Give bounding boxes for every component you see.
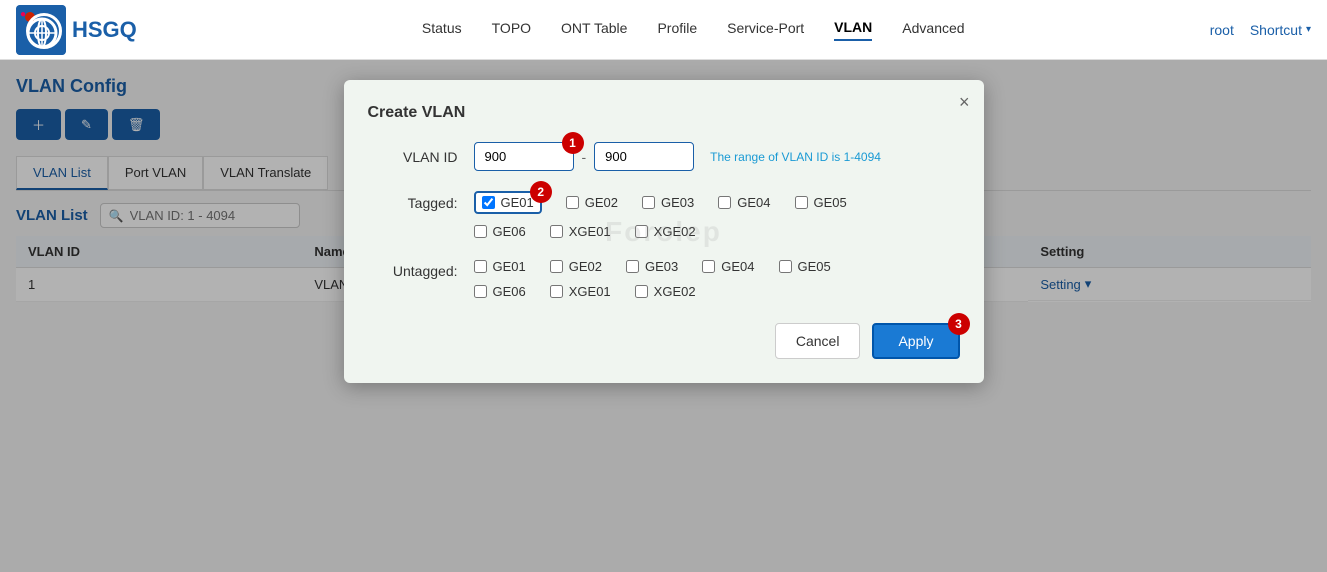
tagged-ge05-checkbox[interactable] <box>795 196 808 209</box>
nav-user: root <box>1210 22 1234 38</box>
untagged-xge01-label: XGE01 <box>569 284 611 299</box>
tagged-ge04-item[interactable]: GE04 <box>718 195 770 210</box>
tagged-ge03-checkbox[interactable] <box>642 196 655 209</box>
modal-title: Create VLAN <box>368 104 960 122</box>
tagged-ge02-label: GE02 <box>585 195 618 210</box>
modal-footer: Cancel Apply 3 <box>368 323 960 359</box>
chevron-down-icon: ▾ <box>1306 24 1311 35</box>
tagged-xge02-label: XGE02 <box>654 224 696 239</box>
untagged-xge02-checkbox[interactable] <box>635 285 648 298</box>
step-badge-3: 3 <box>948 313 970 335</box>
tagged-xge02-item[interactable]: XGE02 <box>635 224 696 239</box>
tagged-row-1: GE01 2 GE02 GE03 <box>474 191 847 214</box>
untagged-xge01-item[interactable]: XGE01 <box>550 284 611 299</box>
nav-topo[interactable]: TOPO <box>492 20 531 40</box>
logo-icon <box>16 5 66 55</box>
untagged-ge05-label: GE05 <box>798 259 831 274</box>
untagged-ge04-checkbox[interactable] <box>702 260 715 273</box>
untagged-ge01-item[interactable]: GE01 <box>474 259 526 274</box>
step-badge-1: 1 <box>562 132 584 154</box>
vlan-id-hint: The range of VLAN ID is 1-4094 <box>710 150 881 164</box>
tagged-xge01-checkbox[interactable] <box>550 225 563 238</box>
vlan-id-inputs: 1 - The range of VLAN ID is 1-4094 <box>474 142 881 171</box>
tagged-ge04-checkbox[interactable] <box>718 196 731 209</box>
untagged-ge02-label: GE02 <box>569 259 602 274</box>
nav: Status TOPO ONT Table Profile Service-Po… <box>177 19 1210 41</box>
tagged-ge05-item[interactable]: GE05 <box>795 195 847 210</box>
untagged-ge03-item[interactable]: GE03 <box>626 259 678 274</box>
untagged-label: Untagged: <box>368 263 458 279</box>
tagged-ge01-checkbox[interactable] <box>482 196 495 209</box>
apply-wrapper: Apply 3 <box>872 323 959 359</box>
tagged-row-2: GE06 XGE01 XGE02 <box>474 224 847 239</box>
untagged-ge03-label: GE03 <box>645 259 678 274</box>
untagged-ge01-label: GE01 <box>493 259 526 274</box>
untagged-ge01-checkbox[interactable] <box>474 260 487 273</box>
untagged-checkbox-group: GE01 GE02 GE03 GE04 <box>474 259 831 299</box>
untagged-ge03-checkbox[interactable] <box>626 260 639 273</box>
tagged-xge01-label: XGE01 <box>569 224 611 239</box>
tagged-ge06-item[interactable]: GE06 <box>474 224 526 239</box>
apply-button[interactable]: Apply <box>872 323 959 359</box>
nav-shortcut[interactable]: Shortcut ▾ <box>1250 22 1311 38</box>
untagged-row-1: GE01 GE02 GE03 GE04 <box>474 259 831 274</box>
untagged-row: Untagged: GE01 GE02 GE03 <box>368 259 960 299</box>
shortcut-label: Shortcut <box>1250 22 1302 38</box>
untagged-row-2: GE06 XGE01 XGE02 <box>474 284 831 299</box>
untagged-ge04-label: GE04 <box>721 259 754 274</box>
step-badge-2: 2 <box>530 181 552 203</box>
untagged-ge05-checkbox[interactable] <box>779 260 792 273</box>
tagged-ge01-wrapper: GE01 2 <box>474 191 542 214</box>
nav-service-port[interactable]: Service-Port <box>727 20 804 40</box>
tagged-ge04-label: GE04 <box>737 195 770 210</box>
vlan-id-from-input[interactable] <box>474 142 574 171</box>
tagged-ge02-item[interactable]: GE02 <box>566 195 618 210</box>
vlan-id-row: VLAN ID 1 - The range of VLAN ID is 1-40… <box>368 142 960 171</box>
tagged-xge02-checkbox[interactable] <box>635 225 648 238</box>
create-vlan-modal: Create VLAN × VLAN ID 1 - The range of V… <box>344 80 984 383</box>
logo-text: HSGQ <box>72 17 137 43</box>
untagged-ge02-item[interactable]: GE02 <box>550 259 602 274</box>
tagged-row: Tagged: GE01 2 GE02 <box>368 191 960 239</box>
page-content: VLAN Config ＋ ✎ 🗑 VLAN List Port VLAN VL… <box>0 60 1327 572</box>
untagged-xge01-checkbox[interactable] <box>550 285 563 298</box>
tagged-ge06-label: GE06 <box>493 224 526 239</box>
logo: HSGQ <box>16 5 137 55</box>
tagged-ge05-label: GE05 <box>814 195 847 210</box>
nav-vlan[interactable]: VLAN <box>834 19 872 41</box>
tagged-checkbox-group: GE01 2 GE02 GE03 <box>474 191 847 239</box>
cancel-button[interactable]: Cancel <box>775 323 861 359</box>
untagged-ge06-label: GE06 <box>493 284 526 299</box>
nav-status[interactable]: Status <box>422 20 462 40</box>
untagged-ge02-checkbox[interactable] <box>550 260 563 273</box>
modal-overlay: Create VLAN × VLAN ID 1 - The range of V… <box>0 60 1327 572</box>
untagged-ge04-item[interactable]: GE04 <box>702 259 754 274</box>
nav-ont-table[interactable]: ONT Table <box>561 20 627 40</box>
tagged-label: Tagged: <box>368 195 458 211</box>
untagged-ge06-checkbox[interactable] <box>474 285 487 298</box>
modal-close-button[interactable]: × <box>959 92 970 113</box>
tagged-ge03-item[interactable]: GE03 <box>642 195 694 210</box>
nav-advanced[interactable]: Advanced <box>902 20 964 40</box>
untagged-xge02-label: XGE02 <box>654 284 696 299</box>
vlan-id-label: VLAN ID <box>368 149 458 165</box>
untagged-xge02-item[interactable]: XGE02 <box>635 284 696 299</box>
untagged-ge05-item[interactable]: GE05 <box>779 259 831 274</box>
vlan-id-to-input[interactable] <box>594 142 694 171</box>
nav-profile[interactable]: Profile <box>657 20 697 40</box>
tagged-ge01-label: GE01 <box>501 195 534 210</box>
tagged-ge03-label: GE03 <box>661 195 694 210</box>
untagged-ge06-item[interactable]: GE06 <box>474 284 526 299</box>
tagged-xge01-item[interactable]: XGE01 <box>550 224 611 239</box>
vlan-id-from-wrapper: 1 <box>474 142 574 171</box>
header: HSGQ Status TOPO ONT Table Profile Servi… <box>0 0 1327 60</box>
nav-right: root Shortcut ▾ <box>1210 22 1311 38</box>
tagged-ge06-checkbox[interactable] <box>474 225 487 238</box>
vlan-id-separator: - <box>582 149 587 165</box>
tagged-ge02-checkbox[interactable] <box>566 196 579 209</box>
